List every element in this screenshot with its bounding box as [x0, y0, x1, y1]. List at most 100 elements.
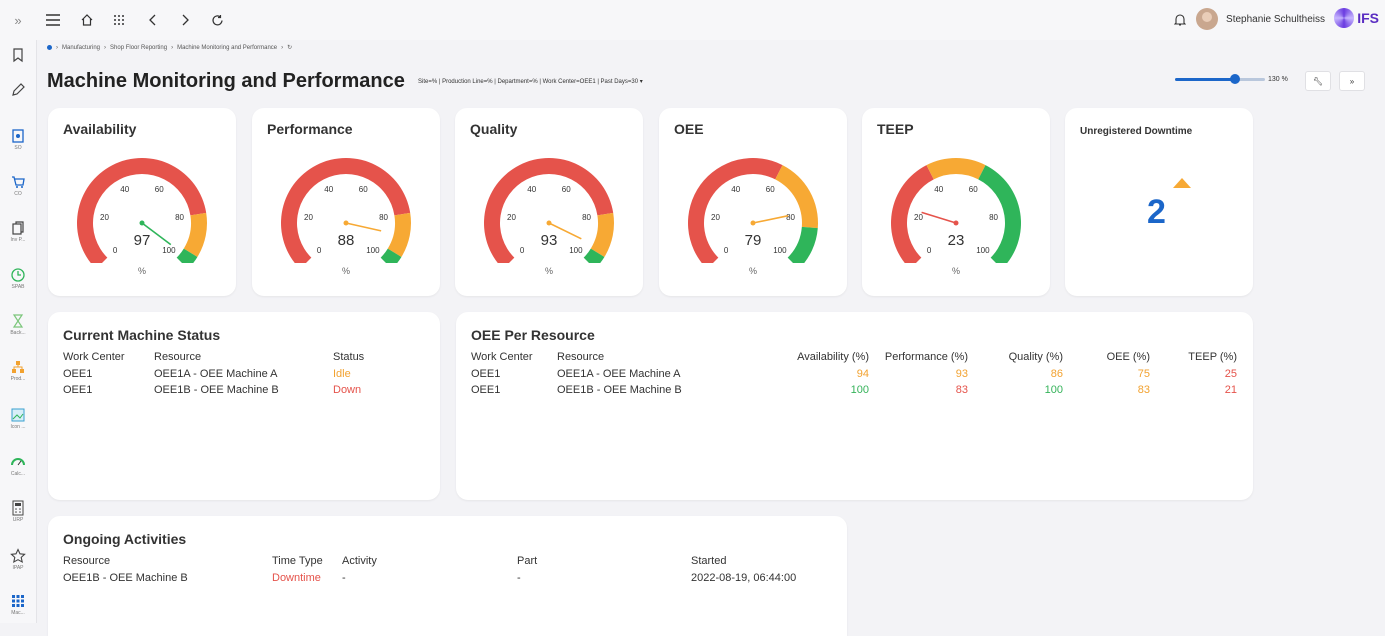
sidebar-item-ipap[interactable]: IPAP	[0, 548, 36, 571]
gauge-tick-label: 60	[562, 185, 571, 194]
sidebar-item-bookmark[interactable]	[0, 47, 36, 63]
table-cell[interactable]: 21	[1225, 384, 1237, 396]
table-cell[interactable]: 93	[956, 368, 968, 380]
table-cell[interactable]: 75	[1138, 368, 1150, 380]
sidebar-item-label: Back...	[10, 330, 26, 336]
gauge-card-performance[interactable]: Performance 0 20 40 60 80 100 88%	[252, 108, 440, 296]
sidebar-item-machine[interactable]: Mac...	[0, 593, 36, 616]
table-cell[interactable]: OEE1	[471, 384, 500, 396]
table-cell[interactable]: OEE1A - OEE Machine A	[557, 368, 681, 380]
gauge-card-availability[interactable]: Availability 0 20 40 60 80 100 97%	[48, 108, 236, 296]
breadcrumb-item: Machine Monitoring and Performance	[177, 44, 278, 51]
customize-button[interactable]: 🔧︎	[1305, 71, 1331, 91]
status-cell[interactable]: Down	[333, 384, 361, 396]
zoom-slider[interactable]	[1175, 74, 1265, 84]
table-cell[interactable]: 100	[1045, 384, 1063, 396]
table-cell[interactable]: Downtime	[272, 572, 321, 584]
table-cell[interactable]: 2022-08-19, 06:44:00	[691, 572, 796, 584]
menu-button[interactable]	[42, 9, 64, 31]
sidebar-item-spab[interactable]: SPAB	[0, 267, 36, 290]
brand-text: IFS	[1357, 10, 1379, 26]
back-button[interactable]	[142, 9, 164, 31]
table-cell[interactable]: -	[517, 572, 521, 584]
gauge-icon	[11, 458, 25, 466]
column-header[interactable]: Work Center	[63, 351, 125, 363]
column-header[interactable]: Started	[691, 555, 726, 567]
context-filter[interactable]: Site=% | Production Line=% | Department=…	[418, 78, 643, 85]
sidebar-item-label: Inv P...	[10, 237, 26, 243]
clock-icon	[11, 268, 25, 282]
sidebar-item-icon[interactable]: Icon ...	[0, 407, 36, 430]
column-header[interactable]: Performance (%)	[885, 351, 968, 363]
table-cell[interactable]: OEE1B - OEE Machine B	[63, 572, 188, 584]
table-cell[interactable]: 100	[851, 384, 869, 396]
column-header[interactable]: Resource	[557, 351, 604, 363]
column-header[interactable]: Quality (%)	[1009, 351, 1063, 363]
table-cell[interactable]: OEE1	[63, 384, 92, 396]
sidebar-item-urp[interactable]: URP	[0, 500, 36, 523]
bell-icon[interactable]	[1174, 13, 1187, 26]
section-title: Ongoing Activities	[63, 531, 187, 547]
sidebar-item-so[interactable]: SO	[0, 128, 36, 151]
apps-button[interactable]	[108, 9, 130, 31]
sidebar-item-production[interactable]: Prod...	[0, 359, 36, 382]
wrench-icon: 🔧︎	[1312, 76, 1324, 86]
table-cell[interactable]: 86	[1051, 368, 1063, 380]
table-cell[interactable]: OEE1	[63, 368, 92, 380]
table-cell[interactable]: OEE1	[471, 368, 500, 380]
sidebar-item-co[interactable]: CO	[0, 174, 36, 197]
column-header[interactable]: Part	[517, 555, 537, 567]
column-header[interactable]: Activity	[342, 555, 377, 567]
gauge-card-quality[interactable]: Quality 0 20 40 60 80 100 93%	[455, 108, 643, 296]
zoom-track-filled	[1175, 78, 1237, 81]
breadcrumb-item[interactable]: Shop Floor Reporting	[110, 45, 167, 51]
table-cell[interactable]: OEE1B - OEE Machine B	[557, 384, 682, 396]
column-header[interactable]: Availability (%)	[797, 351, 869, 363]
sidebar-item-backflush[interactable]: Back...	[0, 313, 36, 336]
table-cell[interactable]: -	[342, 572, 346, 584]
sidebar-item-calc[interactable]: Calc...	[0, 454, 36, 477]
downtime-value: 2	[1147, 193, 1166, 231]
column-header[interactable]: Status	[333, 351, 364, 363]
home-dot-icon[interactable]	[47, 45, 52, 50]
column-header[interactable]: Work Center	[471, 351, 533, 363]
user-menu[interactable]: Stephanie Schultheiss	[1174, 8, 1325, 30]
gauge-card-teep[interactable]: TEEP 0 20 40 60 80 100 23%	[862, 108, 1050, 296]
gauge-needle-hub	[953, 220, 959, 226]
gauge-unit: %	[748, 266, 757, 276]
avatar[interactable]	[1196, 8, 1219, 30]
sidebar-item-edit[interactable]	[0, 82, 36, 98]
sidebar-item-inventory[interactable]: Inv P...	[0, 220, 36, 243]
expand-sidebar-button[interactable]: »	[0, 12, 36, 30]
gauge-needle-hub	[343, 220, 349, 226]
column-header[interactable]: TEEP (%)	[1188, 351, 1237, 363]
gauge-tick-label: 80	[379, 213, 388, 222]
section-title: OEE Per Resource	[471, 327, 595, 343]
gauge-title: TEEP	[877, 121, 914, 137]
column-header[interactable]: Resource	[63, 555, 110, 567]
column-header[interactable]: Resource	[154, 351, 201, 363]
table-cell[interactable]: 25	[1225, 368, 1237, 380]
breadcrumb-item[interactable]: Manufacturing	[62, 45, 100, 51]
gauge-card-oee[interactable]: OEE 0 20 40 60 80 100 79%	[659, 108, 847, 296]
column-header[interactable]: Time Type	[272, 555, 323, 567]
column-header[interactable]: OEE (%)	[1107, 351, 1150, 363]
home-button[interactable]	[76, 9, 98, 31]
table-cell[interactable]: 83	[956, 384, 968, 396]
table-cell[interactable]: 94	[857, 368, 869, 380]
refresh-small-icon[interactable]: ↻	[287, 44, 292, 51]
table-cell[interactable]: OEE1B - OEE Machine B	[154, 384, 279, 396]
pencil-icon	[12, 83, 25, 96]
status-cell[interactable]: Idle	[333, 368, 351, 380]
zoom-slider-handle[interactable]	[1230, 74, 1240, 84]
sidebar-item-label: CO	[14, 191, 22, 197]
expand-button[interactable]: »	[1339, 71, 1365, 91]
gauge-needle	[752, 214, 789, 224]
refresh-button[interactable]	[206, 9, 228, 31]
table-cell[interactable]: OEE1A - OEE Machine A	[154, 368, 278, 380]
gauge-tick-label: 20	[507, 213, 516, 222]
gauge-title: Availability	[63, 121, 137, 137]
forward-button[interactable]	[174, 9, 196, 31]
table-cell[interactable]: 83	[1138, 384, 1150, 396]
unregistered-downtime-card[interactable]: Unregistered Downtime 2	[1065, 108, 1253, 296]
